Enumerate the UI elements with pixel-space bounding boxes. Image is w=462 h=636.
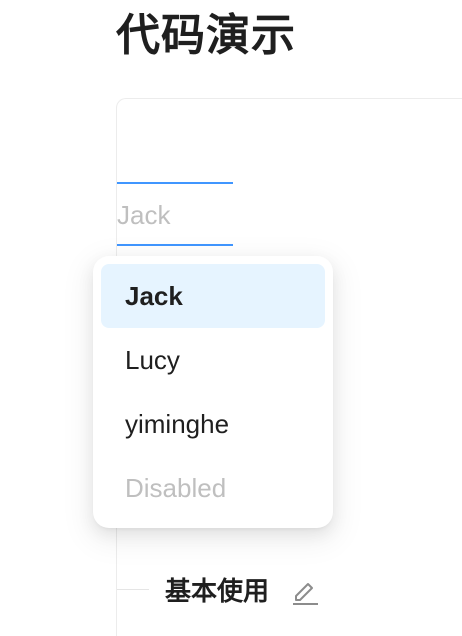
select-focus-border-top: [117, 182, 233, 184]
select-option-lucy[interactable]: Lucy: [101, 328, 325, 392]
option-label: Disabled: [125, 472, 227, 503]
page-title: 代码演示: [116, 10, 296, 61]
select-search-input[interactable]: [117, 200, 233, 230]
option-label: Lucy: [125, 344, 180, 375]
section-divider: [117, 589, 149, 590]
option-label: Jack: [125, 280, 183, 311]
section-title: 基本使用: [165, 577, 270, 607]
select-control[interactable]: [117, 182, 233, 246]
select-focus-border-bottom: [117, 244, 233, 246]
page: 代码演示 Jack Lucy yiminghe Disabled 基本使用: [0, 0, 462, 636]
select-option-disabled: Disabled: [101, 456, 325, 520]
select-dropdown: Jack Lucy yiminghe Disabled: [93, 256, 333, 528]
select-option-jack[interactable]: Jack: [101, 264, 325, 328]
option-label: yiminghe: [125, 408, 230, 439]
edit-pencil-icon[interactable]: [290, 576, 320, 606]
select-option-yiminghe[interactable]: yiminghe: [101, 392, 325, 456]
